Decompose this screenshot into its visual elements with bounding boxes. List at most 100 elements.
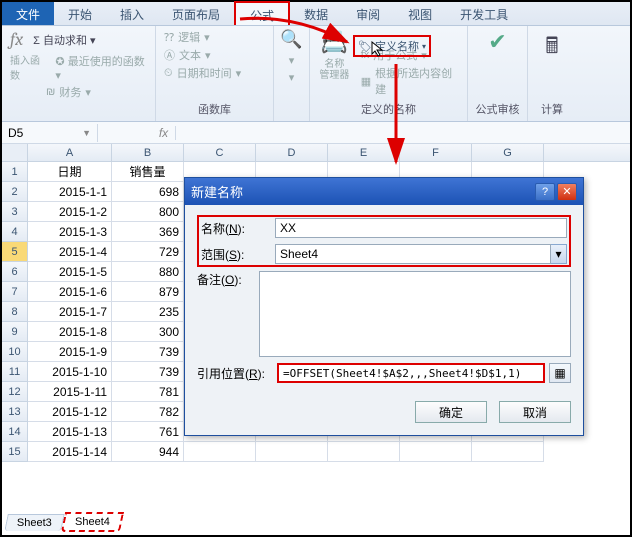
cell[interactable]: 日期	[28, 162, 112, 182]
cell[interactable]: 2015-1-5	[28, 262, 112, 282]
cell[interactable]	[472, 442, 544, 462]
cell[interactable]: 879	[112, 282, 184, 302]
col-E[interactable]: E	[328, 144, 400, 161]
dialog-titlebar[interactable]: 新建名称 ? ✕	[185, 178, 583, 205]
formula-audit-button[interactable]: ✔	[474, 28, 521, 56]
cell[interactable]: 739	[112, 362, 184, 382]
row-header[interactable]: 9	[2, 322, 28, 342]
tab-view[interactable]: 视图	[394, 2, 446, 25]
row-header[interactable]: 3	[2, 202, 28, 222]
tab-dev[interactable]: 开发工具	[446, 2, 522, 25]
col-G[interactable]: G	[472, 144, 544, 161]
cell[interactable]: 2015-1-2	[28, 202, 112, 222]
cell[interactable]: 2015-1-7	[28, 302, 112, 322]
calc-button[interactable]: 🖩	[534, 28, 570, 68]
insert-function-button[interactable]: 插入函数 ✪ 最近使用的函数 ▾	[8, 51, 149, 83]
scope-select[interactable]	[275, 244, 551, 264]
cell[interactable]: 698	[112, 182, 184, 202]
ribbon-tabs: 文件 开始 插入 页面布局 公式 数据 审阅 视图 开发工具	[2, 2, 630, 26]
tab-start[interactable]: 开始	[54, 2, 106, 25]
tab-layout[interactable]: 页面布局	[158, 2, 234, 25]
cell[interactable]: 300	[112, 322, 184, 342]
tab-review[interactable]: 审阅	[342, 2, 394, 25]
cell[interactable]: 944	[112, 442, 184, 462]
row-header[interactable]: 4	[2, 222, 28, 242]
cell[interactable]: 2015-1-13	[28, 422, 112, 442]
col-C[interactable]: C	[184, 144, 256, 161]
ok-button[interactable]: 确定	[415, 401, 487, 423]
row-header[interactable]: 11	[2, 362, 28, 382]
cell[interactable]: 2015-1-11	[28, 382, 112, 402]
row-header[interactable]: 12	[2, 382, 28, 402]
col-D[interactable]: D	[256, 144, 328, 161]
cell[interactable]: 880	[112, 262, 184, 282]
cell[interactable]: 2015-1-6	[28, 282, 112, 302]
cell[interactable]: 2015-1-1	[28, 182, 112, 202]
tab-insert[interactable]: 插入	[106, 2, 158, 25]
row-header[interactable]: 7	[2, 282, 28, 302]
create-from-selection-button[interactable]: ▦ 根据所选内容创建	[359, 64, 461, 98]
fx-icon: fx	[10, 29, 23, 50]
tab-file[interactable]: 文件	[2, 2, 54, 25]
cell[interactable]: 739	[112, 342, 184, 362]
formula-bar: D5▼ fx	[2, 122, 630, 144]
cell[interactable]: 369	[112, 222, 184, 242]
cell[interactable]: 782	[112, 402, 184, 422]
define-name-highlight[interactable]: 🏷定义名称▾	[353, 35, 431, 57]
row-header[interactable]: 10	[2, 342, 28, 362]
row-header[interactable]: 2	[2, 182, 28, 202]
row-header[interactable]: 6	[2, 262, 28, 282]
row-header[interactable]: 13	[2, 402, 28, 422]
cell[interactable]: 2015-1-14	[28, 442, 112, 462]
cell[interactable]: 761	[112, 422, 184, 442]
row-header[interactable]: 1	[2, 162, 28, 182]
sheet-tab-4[interactable]: Sheet4	[61, 512, 124, 532]
text-button[interactable]: Ⓐ 文本 ▾	[162, 46, 267, 64]
cell[interactable]: 2015-1-3	[28, 222, 112, 242]
col-A[interactable]: A	[28, 144, 112, 161]
cell[interactable]: 2015-1-10	[28, 362, 112, 382]
row-header[interactable]: 14	[2, 422, 28, 442]
autosum-button[interactable]: 自动求和	[43, 35, 87, 47]
tab-formula[interactable]: 公式	[234, 1, 290, 25]
cell[interactable]: 800	[112, 202, 184, 222]
tag-icon: 🏷	[358, 40, 372, 53]
cell[interactable]: 2015-1-12	[28, 402, 112, 422]
ref-input[interactable]	[277, 363, 545, 383]
group-function-library: 函数库	[162, 101, 267, 119]
cell[interactable]: 2015-1-9	[28, 342, 112, 362]
cell[interactable]	[256, 442, 328, 462]
help-button[interactable]: ?	[535, 183, 555, 201]
cell[interactable]: 2015-1-8	[28, 322, 112, 342]
col-B[interactable]: B	[112, 144, 184, 161]
name-box[interactable]: D5▼	[2, 124, 98, 142]
range-picker-button[interactable]: ▦	[549, 363, 571, 383]
cell[interactable]: 781	[112, 382, 184, 402]
sheet-tab-3[interactable]: Sheet3	[4, 514, 64, 531]
cancel-button[interactable]: 取消	[499, 401, 571, 423]
datetime-button[interactable]: ⏲ 日期和时间 ▾	[162, 64, 267, 82]
row-header[interactable]: 15	[2, 442, 28, 462]
cell[interactable]	[328, 442, 400, 462]
cell[interactable]: 销售量	[112, 162, 184, 182]
cell[interactable]: 235	[112, 302, 184, 322]
select-all-corner[interactable]	[2, 144, 28, 161]
name-input[interactable]	[275, 218, 567, 238]
name-manager-button[interactable]: 📇 名称 管理器	[316, 28, 353, 98]
cursor-icon	[371, 41, 385, 57]
cell[interactable]	[400, 442, 472, 462]
fx-button[interactable]: fx	[152, 126, 176, 140]
logic-button[interactable]: ⁇ 逻辑 ▾	[162, 28, 267, 46]
ribbon: fx Σ 自动求和 ▾ 插入函数 ✪ 最近使用的函数 ▾ ₪ 财务 ▾ . ⁇ …	[2, 26, 630, 122]
chevron-down-icon[interactable]: ▾	[551, 244, 567, 264]
cell[interactable]: 729	[112, 242, 184, 262]
row-header[interactable]: 8	[2, 302, 28, 322]
cell[interactable]: 2015-1-4	[28, 242, 112, 262]
finance-button[interactable]: ₪ 财务 ▾	[44, 83, 149, 101]
tab-data[interactable]: 数据	[290, 2, 342, 25]
close-button[interactable]: ✕	[557, 183, 577, 201]
cell[interactable]	[184, 442, 256, 462]
col-F[interactable]: F	[400, 144, 472, 161]
memo-textarea[interactable]	[259, 271, 571, 357]
row-header[interactable]: 5	[2, 242, 28, 262]
